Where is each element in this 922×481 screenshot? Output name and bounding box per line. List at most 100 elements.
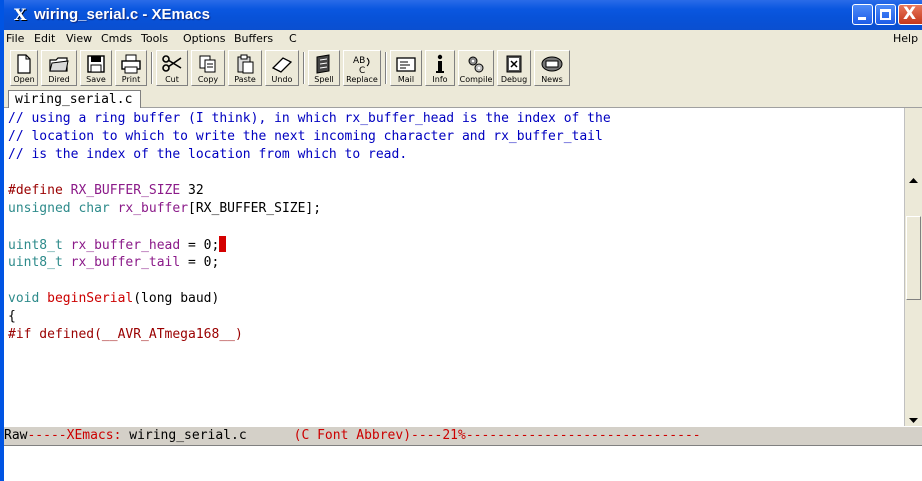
copy-button[interactable]: Copy bbox=[191, 50, 225, 86]
vertical-scrollbar[interactable] bbox=[904, 108, 922, 426]
news-button[interactable]: News bbox=[534, 50, 570, 86]
undo-button[interactable]: Undo bbox=[265, 50, 299, 86]
code-token: (long baud) bbox=[133, 291, 220, 306]
code-token: uint8_t bbox=[8, 255, 71, 270]
compile-label: Compile bbox=[459, 75, 493, 84]
maximize-icon bbox=[880, 9, 891, 20]
info-icon bbox=[436, 54, 444, 73]
clipboard-icon bbox=[237, 54, 254, 74]
code-line: // using a ring buffer (I think), in whi… bbox=[8, 110, 611, 128]
debug-label: Debug bbox=[500, 75, 528, 84]
code-token: = 0; bbox=[180, 238, 220, 253]
code-token: // is the index of the location from whi… bbox=[8, 147, 408, 162]
printer-icon bbox=[121, 54, 141, 74]
gears-icon bbox=[468, 56, 484, 73]
code-line: { bbox=[8, 308, 16, 326]
news-label: News bbox=[541, 75, 563, 84]
scroll-up-icon[interactable] bbox=[907, 173, 920, 187]
open-label: Open bbox=[13, 75, 35, 84]
code-token: { bbox=[8, 309, 16, 324]
scissors-icon bbox=[162, 55, 182, 72]
close-button[interactable]: X bbox=[898, 4, 922, 25]
replace-icon: ABC bbox=[353, 56, 370, 74]
copy-label: Copy bbox=[197, 75, 219, 84]
code-token: unsigned char bbox=[8, 201, 118, 216]
print-button[interactable]: Print bbox=[115, 50, 147, 86]
title-bar[interactable]: X wiring_serial.c - XEmacs X bbox=[4, 0, 922, 30]
save-label: Save bbox=[86, 75, 106, 84]
save-button[interactable]: Save bbox=[80, 50, 112, 86]
toolbar: Open Dired Save Print Cut Copy Paste Und… bbox=[4, 48, 922, 88]
code-token: rx_buffer bbox=[117, 201, 189, 216]
mail-icon bbox=[396, 57, 416, 72]
copy-icon bbox=[199, 55, 216, 73]
modeline-segment: ----- bbox=[27, 428, 67, 443]
spell-button[interactable]: Spell bbox=[308, 50, 340, 86]
code-line: // is the index of the location from whi… bbox=[8, 146, 407, 164]
minimize-icon bbox=[858, 17, 866, 20]
code-token: // location to which to write the next i… bbox=[8, 129, 603, 144]
info-button[interactable]: Info bbox=[425, 50, 455, 86]
news-icon bbox=[541, 56, 563, 72]
info-label: Info bbox=[432, 75, 448, 84]
menu-edit[interactable]: Edit bbox=[34, 32, 55, 45]
code-token: uint8_t bbox=[8, 238, 71, 253]
modeline-segment bbox=[247, 428, 294, 443]
menu-buffers[interactable]: Buffers bbox=[234, 32, 273, 45]
mail-button[interactable]: Mail bbox=[390, 50, 422, 86]
debug-button[interactable]: Debug bbox=[497, 50, 531, 86]
menu-file[interactable]: File bbox=[6, 32, 24, 45]
code-token: void bbox=[8, 291, 48, 306]
code-token: 32 bbox=[180, 183, 204, 198]
mode-line: Raw-----XEmacs: wiring_serial.c (C Font … bbox=[4, 426, 922, 446]
maximize-button[interactable] bbox=[875, 4, 896, 25]
minibuffer[interactable] bbox=[4, 446, 922, 481]
code-line: // location to which to write the next i… bbox=[8, 128, 603, 146]
code-line: #define RX_BUFFER_SIZE 32 bbox=[8, 182, 204, 200]
buffer-tab-wiring-serial[interactable]: wiring_serial.c bbox=[8, 90, 142, 108]
code-line: #if defined(__AVR_ATmega168__) bbox=[8, 326, 243, 344]
menu-c[interactable]: C bbox=[289, 32, 297, 45]
scrollbar-thumb[interactable] bbox=[906, 216, 921, 300]
replace-button[interactable]: AB C Replace bbox=[343, 50, 381, 86]
spell-label: Spell bbox=[314, 75, 334, 84]
cut-label: Cut bbox=[165, 75, 179, 84]
paste-label: Paste bbox=[234, 75, 256, 84]
bug-icon bbox=[506, 55, 522, 73]
menu-view[interactable]: View bbox=[66, 32, 92, 45]
cut-button[interactable]: Cut bbox=[156, 50, 188, 86]
open-button[interactable]: Open bbox=[10, 50, 38, 86]
folder-icon bbox=[49, 57, 69, 72]
print-label: Print bbox=[121, 75, 141, 84]
compile-button[interactable]: Compile bbox=[458, 50, 494, 86]
xemacs-app-icon: X bbox=[14, 5, 27, 24]
close-icon: X bbox=[903, 4, 917, 24]
replace-label: Replace bbox=[346, 75, 378, 84]
undo-label: Undo bbox=[271, 75, 293, 84]
window-title: wiring_serial.c - XEmacs bbox=[34, 6, 210, 23]
new-file-icon bbox=[17, 54, 31, 74]
modeline-segment: wiring_serial.c bbox=[129, 428, 247, 443]
menu-options[interactable]: Options bbox=[183, 32, 225, 45]
editor-text-area[interactable]: // using a ring buffer (I think), in whi… bbox=[4, 108, 904, 426]
floppy-icon bbox=[87, 55, 105, 73]
code-line: void beginSerial(long baud) bbox=[8, 290, 219, 308]
dired-button[interactable]: Dired bbox=[41, 50, 77, 86]
dired-label: Dired bbox=[48, 75, 70, 84]
modeline-segment: (C Font Abbrev) bbox=[293, 428, 412, 443]
code-token: = 0; bbox=[180, 255, 220, 270]
minimize-button[interactable] bbox=[852, 4, 873, 25]
code-line: uint8_t rx_buffer_head = 0; bbox=[8, 236, 227, 254]
code-token: #define bbox=[8, 183, 71, 198]
code-token: beginSerial bbox=[47, 291, 134, 306]
menu-help[interactable]: Help bbox=[893, 32, 918, 45]
toolbar-separator bbox=[385, 52, 387, 84]
text-cursor bbox=[219, 236, 227, 252]
menu-tools[interactable]: Tools bbox=[141, 32, 168, 45]
code-token: #if defined(__AVR_ATmega168__) bbox=[8, 327, 243, 342]
eraser-icon bbox=[271, 57, 293, 73]
code-token: // using a ring buffer (I think), in whi… bbox=[8, 111, 611, 126]
menu-cmds[interactable]: Cmds bbox=[101, 32, 132, 45]
modeline-segment: XEmacs: bbox=[66, 428, 130, 443]
paste-button[interactable]: Paste bbox=[228, 50, 262, 86]
